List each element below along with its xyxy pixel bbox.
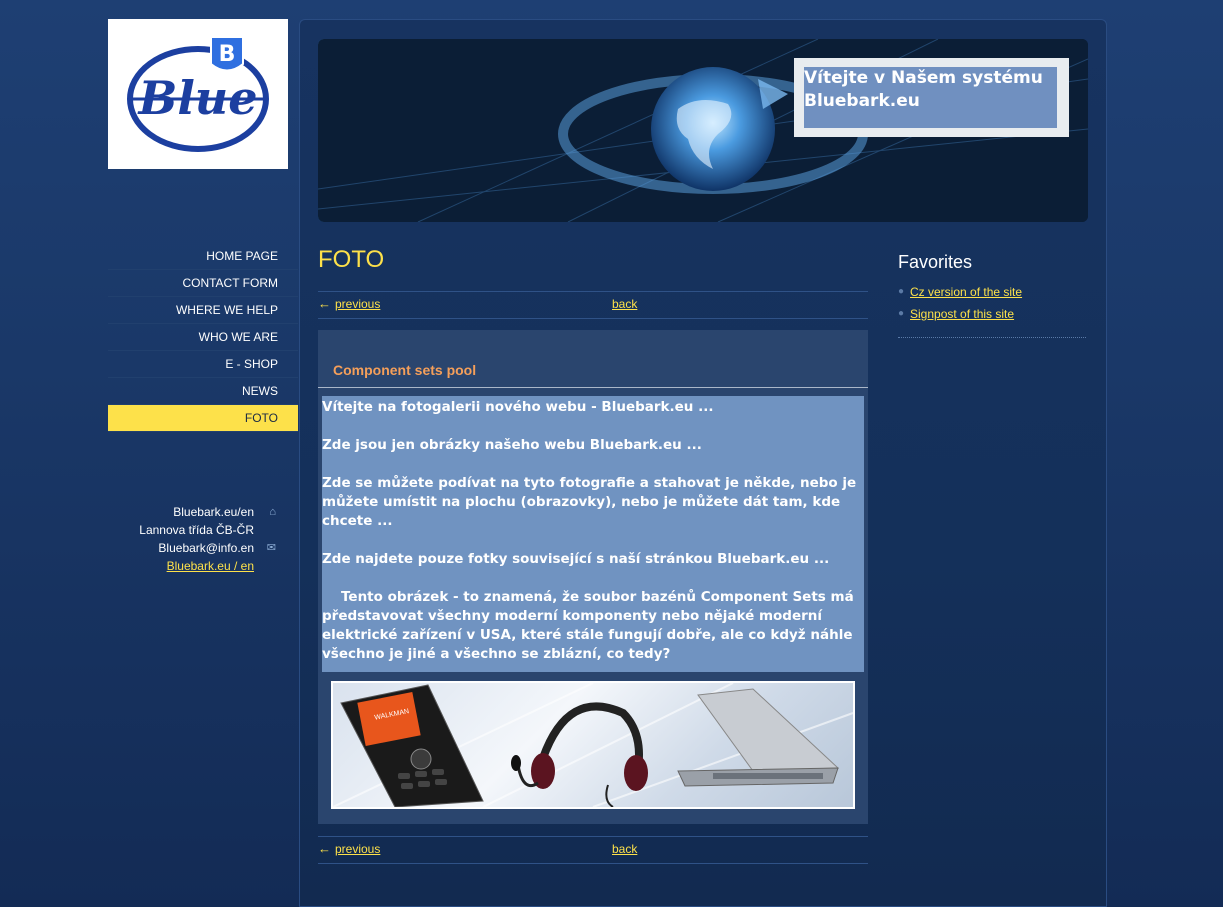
pager-top: ← previous back: [318, 291, 868, 319]
gallery-box: Component sets pool Vítejte na fotogaler…: [318, 330, 868, 824]
contact-site: Bluebark.eu/en: [173, 505, 254, 519]
pager-bottom: ← previous back: [318, 836, 868, 864]
contact-address-row: Lannova třída ČB-ČR: [108, 521, 298, 539]
nav-item-news[interactable]: NEWS: [108, 378, 298, 405]
welcome-box: Vítejte v Našem systému Bluebark.eu: [794, 58, 1069, 137]
bullet-icon: ●: [898, 308, 905, 319]
favorites-item: ● Signpost of this site: [898, 306, 1088, 328]
contact-link-row: Bluebark.eu / en: [108, 557, 298, 575]
gallery-description: Vítejte na fotogalerii nového webu - Blu…: [322, 396, 864, 672]
mail-icon: ✉: [266, 542, 276, 554]
gallery-photo[interactable]: WALKMAN: [331, 681, 855, 809]
previous-link[interactable]: previous: [335, 842, 380, 856]
desc-paragraph: Zde jsou jen obrázky našeho webu Bluebar…: [322, 437, 702, 453]
favorites-link-signpost[interactable]: Signpost of this site: [910, 307, 1014, 321]
laptop-image: [677, 688, 840, 787]
arrow-left-icon[interactable]: ←: [318, 296, 331, 311]
site-logo[interactable]: Blue B: [108, 19, 288, 169]
main-nav: HOME PAGE CONTACT FORM WHERE WE HELP WHO…: [108, 243, 298, 432]
logo-text: Blue: [136, 71, 257, 125]
contact-site-row: Bluebark.eu/en ⌂: [108, 503, 298, 521]
back-link[interactable]: back: [612, 297, 637, 311]
contact-address: Lannova třída ČB-ČR: [139, 523, 254, 537]
desc-paragraph: Zde najdete pouze fotky související s na…: [322, 551, 830, 567]
nav-item-e-shop[interactable]: E - SHOP: [108, 351, 298, 378]
nav-item-where-we-help[interactable]: WHERE WE HELP: [108, 297, 298, 324]
gallery-heading: Component sets pool: [333, 362, 477, 378]
back-link[interactable]: back: [612, 842, 637, 856]
previous-link[interactable]: previous: [335, 297, 380, 311]
nav-item-foto[interactable]: FOTO: [108, 405, 298, 432]
headset-image: [511, 702, 648, 807]
favorites-title: Favorites: [898, 252, 973, 272]
contact-link[interactable]: Bluebark.eu / en: [167, 559, 254, 573]
bullet-icon: ●: [898, 286, 905, 297]
logo-badge: B: [219, 42, 236, 67]
home-icon: ⌂: [269, 506, 276, 518]
contact-email-row: Bluebark@info.en ✉: [108, 539, 298, 557]
favorites-list: ● Cz version of the site ● Signpost of t…: [898, 284, 1088, 328]
welcome-text: Vítejte v Našem systému Bluebark.eu: [804, 67, 1057, 128]
favorites-item: ● Cz version of the site: [898, 284, 1088, 306]
nav-item-home[interactable]: HOME PAGE: [108, 243, 298, 270]
nav-item-contact-form[interactable]: CONTACT FORM: [108, 270, 298, 297]
contact-email: Bluebark@info.en: [158, 541, 254, 555]
page-title: FOTO: [318, 246, 385, 273]
desc-paragraph: Zde se můžete podívat na tyto fotografie…: [322, 475, 857, 529]
favorites-divider: [898, 337, 1086, 339]
gallery-divider: [318, 387, 868, 388]
contact-block: Bluebark.eu/en ⌂ Lannova třída ČB-ČR Blu…: [108, 503, 298, 575]
favorites-link-cz[interactable]: Cz version of the site: [910, 285, 1022, 299]
desc-paragraph: Vítejte na fotogalerii nového webu - Blu…: [322, 399, 714, 415]
desc-paragraph: Tento obrázek - to znamená, že soubor ba…: [322, 589, 854, 662]
nav-item-who-we-are[interactable]: WHO WE ARE: [108, 324, 298, 351]
arrow-left-icon[interactable]: ←: [318, 841, 331, 856]
